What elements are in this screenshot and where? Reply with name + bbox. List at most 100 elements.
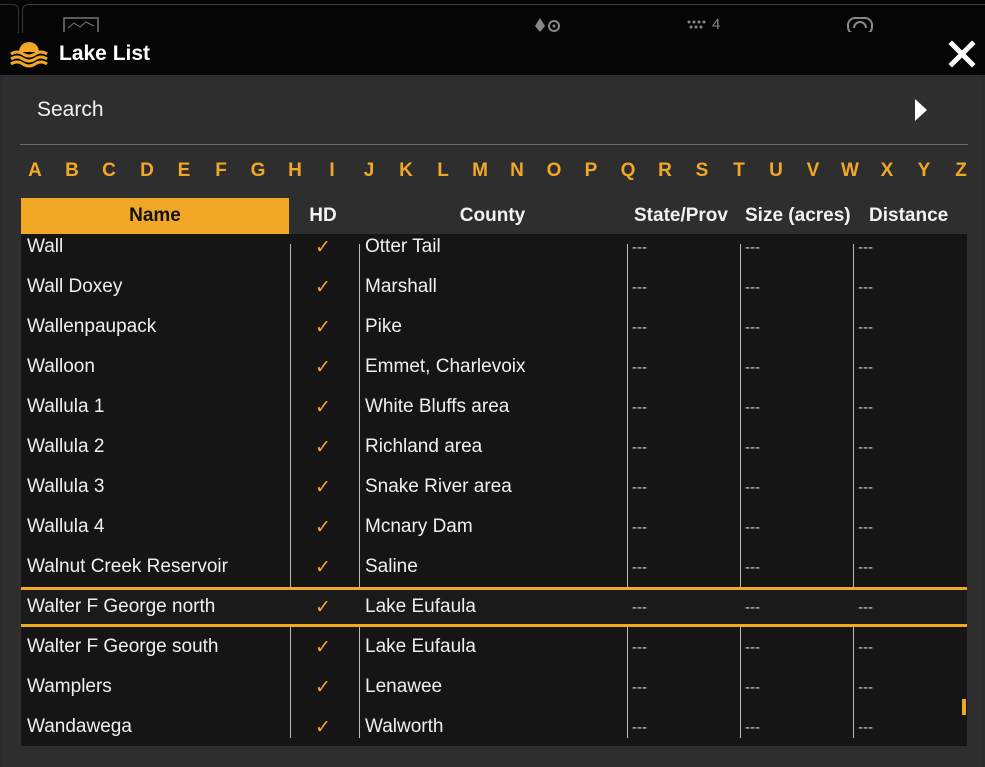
hd-check-icon: ✓ bbox=[315, 236, 331, 258]
lake-name: Wandawega bbox=[27, 716, 132, 737]
table-row[interactable]: Wallula 2 ✓ Richland area --- --- --- bbox=[21, 427, 967, 467]
distance-cell: --- bbox=[858, 598, 873, 616]
state-cell: --- bbox=[632, 678, 647, 696]
alpha-index-g[interactable]: G bbox=[243, 160, 273, 182]
column-header-name[interactable]: Name bbox=[21, 198, 289, 234]
state-cell: --- bbox=[632, 358, 647, 376]
close-button[interactable] bbox=[948, 40, 976, 68]
hd-check-icon: ✓ bbox=[315, 356, 331, 378]
table-row[interactable]: Walnut Creek Reservoir ✓ Saline --- --- --- bbox=[21, 547, 967, 587]
lake-name: Wallula 3 bbox=[27, 476, 105, 497]
table-row[interactable]: Wall Doxey ✓ Marshall --- --- --- bbox=[21, 267, 967, 307]
alpha-index-u[interactable]: U bbox=[761, 160, 791, 182]
table-row[interactable]: Walloon ✓ Emmet, Charlevoix --- --- --- bbox=[21, 347, 967, 387]
column-header-distance[interactable]: Distance bbox=[869, 198, 969, 234]
alpha-index-h[interactable]: H bbox=[280, 160, 310, 182]
tab-main[interactable] bbox=[22, 4, 985, 34]
lake-name: Wallula 2 bbox=[27, 436, 105, 457]
state-cell: --- bbox=[632, 518, 647, 536]
alpha-index-b[interactable]: B bbox=[57, 160, 87, 182]
county-cell: Lenawee bbox=[365, 676, 443, 697]
hd-check-icon: ✓ bbox=[315, 436, 331, 458]
hd-check-icon: ✓ bbox=[315, 716, 331, 738]
county-cell: Lake Eufaula bbox=[365, 636, 476, 657]
lake-name: Wamplers bbox=[27, 676, 112, 697]
alpha-index-m[interactable]: M bbox=[465, 160, 495, 182]
hd-check-icon: ✓ bbox=[315, 596, 331, 618]
alpha-index-w[interactable]: W bbox=[835, 160, 865, 182]
column-header-hd[interactable]: HD bbox=[291, 198, 355, 234]
alpha-index-s[interactable]: S bbox=[687, 160, 717, 182]
county-cell: Saline bbox=[365, 556, 418, 577]
table-row[interactable]: Wandawega ✓ Walworth --- --- --- bbox=[21, 707, 967, 746]
distance-cell: --- bbox=[858, 518, 873, 536]
distance-cell: --- bbox=[858, 558, 873, 576]
distance-cell: --- bbox=[858, 638, 873, 656]
gauge-icon[interactable] bbox=[846, 14, 876, 32]
hd-check-icon: ✓ bbox=[315, 516, 331, 538]
table-row[interactable]: Wallula 1 ✓ White Bluffs area --- --- --- bbox=[21, 387, 967, 427]
column-header-state[interactable]: State/Prov bbox=[634, 198, 744, 234]
alpha-index-r[interactable]: R bbox=[650, 160, 680, 182]
lake-name: Wallula 4 bbox=[27, 516, 105, 537]
alpha-index-f[interactable]: F bbox=[206, 160, 236, 182]
table-row[interactable]: Wall ✓ Otter Tail --- --- --- bbox=[21, 234, 967, 267]
alpha-index-y[interactable]: Y bbox=[909, 160, 939, 182]
alpha-index-o[interactable]: O bbox=[539, 160, 569, 182]
state-cell: --- bbox=[632, 558, 647, 576]
window-title: Lake List bbox=[59, 42, 151, 65]
alpha-index-t[interactable]: T bbox=[724, 160, 754, 182]
table-row[interactable]: Wamplers ✓ Lenawee --- --- --- bbox=[21, 667, 967, 707]
lake-name: Wall bbox=[27, 236, 64, 257]
table-row[interactable]: Wallula 4 ✓ Mcnary Dam --- --- --- bbox=[21, 507, 967, 547]
table-row[interactable]: Wallenpaupack ✓ Pike --- --- --- bbox=[21, 307, 967, 347]
alpha-index-l[interactable]: L bbox=[428, 160, 458, 182]
alpha-index-c[interactable]: C bbox=[94, 160, 124, 182]
state-cell: --- bbox=[632, 598, 647, 616]
state-cell: --- bbox=[632, 238, 647, 256]
column-header-county[interactable]: County bbox=[359, 198, 626, 234]
alpha-index-j[interactable]: J bbox=[354, 160, 384, 182]
alpha-index-z[interactable]: Z bbox=[946, 160, 976, 182]
alpha-index-a[interactable]: A bbox=[20, 160, 50, 182]
state-cell: --- bbox=[632, 478, 647, 496]
chart-icon[interactable] bbox=[62, 14, 102, 32]
alpha-index-k[interactable]: K bbox=[391, 160, 421, 182]
state-cell: --- bbox=[632, 278, 647, 296]
lake-table: Wall ✓ Otter Tail --- --- --- Wall Doxey ✓ Marsh… bbox=[21, 234, 967, 746]
county-cell: Walworth bbox=[365, 716, 444, 737]
size-cell: --- bbox=[745, 358, 760, 376]
search-row[interactable]: Search bbox=[20, 80, 968, 145]
tab-left[interactable] bbox=[0, 4, 19, 34]
distance-cell: --- bbox=[858, 438, 873, 456]
table-row[interactable]: Walter F George south ✓ Lake Eufaula --- ---… bbox=[21, 627, 967, 667]
county-cell: Pike bbox=[365, 316, 402, 337]
distance-cell: --- bbox=[858, 238, 873, 256]
settings-icon[interactable] bbox=[532, 14, 568, 32]
alpha-index-q[interactable]: Q bbox=[613, 160, 643, 182]
lake-name: Wallenpaupack bbox=[27, 316, 157, 337]
table-row[interactable]: Wallula 3 ✓ Snake River area --- --- --- bbox=[21, 467, 967, 507]
size-cell: --- bbox=[745, 478, 760, 496]
alpha-index-p[interactable]: P bbox=[576, 160, 606, 182]
alphabet-index: ABCDEFGHIJKLMNOPQRSTUVWXYZ bbox=[20, 160, 970, 190]
column-header-size[interactable]: Size (acres) bbox=[745, 198, 855, 234]
scrollbar-thumb[interactable] bbox=[962, 699, 966, 715]
lake-name: Wall Doxey bbox=[27, 276, 123, 297]
alpha-index-x[interactable]: X bbox=[872, 160, 902, 182]
alpha-index-e[interactable]: E bbox=[169, 160, 199, 182]
county-cell: Snake River area bbox=[365, 476, 512, 497]
distance-cell: --- bbox=[858, 318, 873, 336]
alpha-index-i[interactable]: I bbox=[317, 160, 347, 182]
state-cell: --- bbox=[632, 438, 647, 456]
table-row-selected[interactable]: Walter F George north ✓ Lake Eufaula --- ---… bbox=[21, 587, 967, 627]
county-cell: Richland area bbox=[365, 436, 483, 457]
alpha-index-v[interactable]: V bbox=[798, 160, 828, 182]
alpha-index-d[interactable]: D bbox=[132, 160, 162, 182]
sonar-icon[interactable]: 4 bbox=[686, 14, 726, 32]
county-cell: Mcnary Dam bbox=[365, 516, 473, 537]
alpha-index-n[interactable]: N bbox=[502, 160, 532, 182]
arrow-right-icon[interactable] bbox=[912, 97, 930, 127]
state-cell: --- bbox=[632, 318, 647, 336]
distance-cell: --- bbox=[858, 398, 873, 416]
